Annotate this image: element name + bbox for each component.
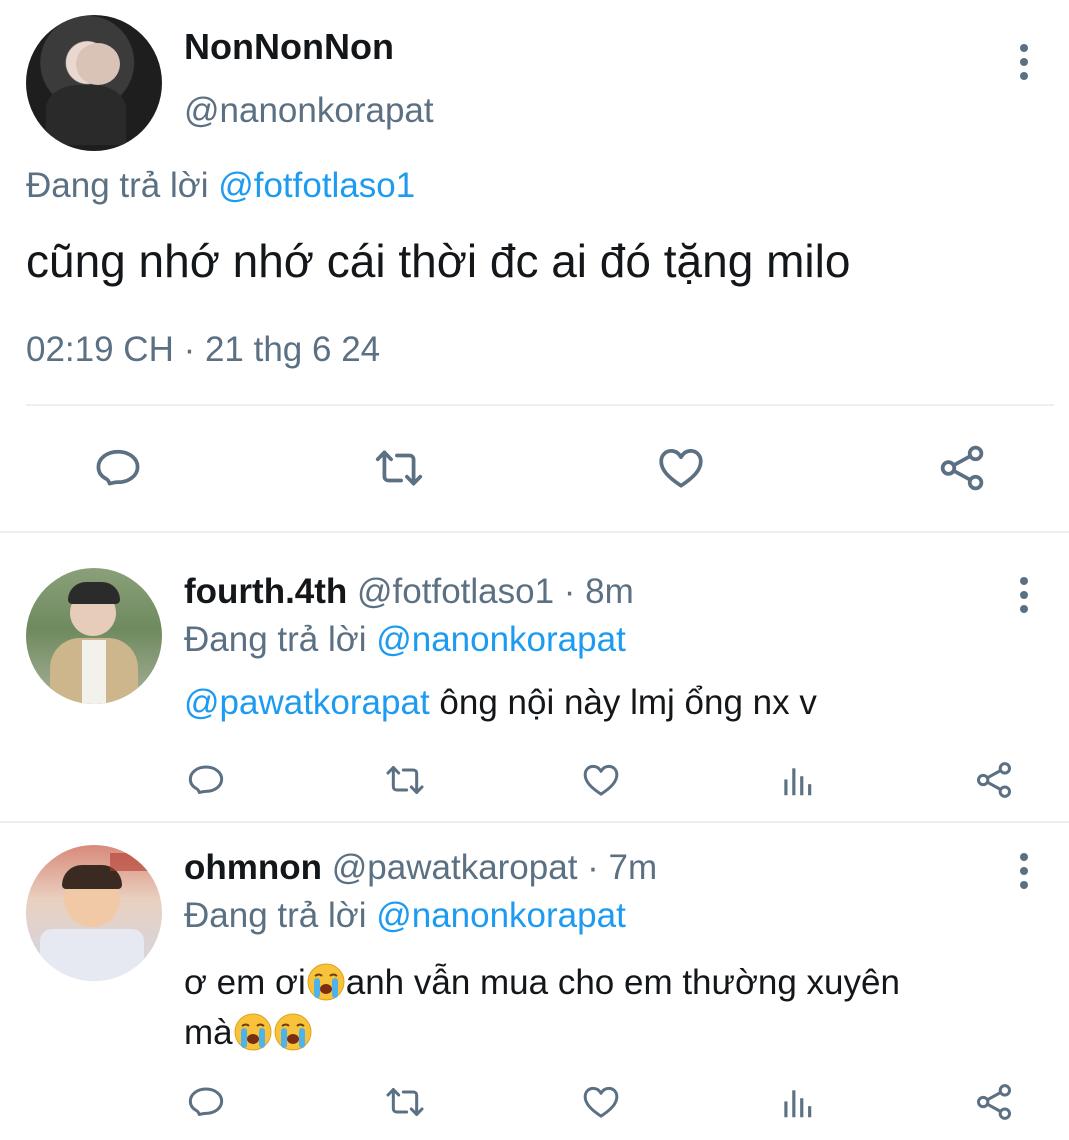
- retweet-icon[interactable]: [382, 1082, 428, 1122]
- more-options-icon[interactable]: [1020, 44, 1028, 80]
- section-divider: [0, 821, 1069, 823]
- reply-to-link[interactable]: @nanonkorapat: [376, 896, 626, 935]
- reply-context: Đang trả lời @fotfotlaso1: [26, 166, 415, 206]
- retweet-icon[interactable]: [370, 443, 428, 493]
- loudly-crying-face-icon: [306, 962, 346, 1002]
- more-options-icon[interactable]: [1020, 577, 1028, 613]
- tweet-text: @pawatkorapat ông nội này lmj ổng nx v: [184, 683, 817, 723]
- tweet-body-part3: mà: [184, 1013, 233, 1052]
- reply-icon[interactable]: [186, 760, 226, 800]
- share-icon[interactable]: [974, 1082, 1014, 1122]
- avatar-ohmnon[interactable]: [26, 845, 162, 981]
- avatar-nonnonnon[interactable]: [26, 15, 162, 151]
- more-options-icon[interactable]: [1020, 853, 1028, 889]
- reply-to-link[interactable]: @nanonkorapat: [376, 620, 626, 659]
- tweet-body-part1: ơ em ơi: [184, 963, 306, 1002]
- share-icon[interactable]: [937, 443, 987, 493]
- display-name[interactable]: ohmnon: [184, 848, 322, 887]
- tweet-body: ông nội này lmj ổng nx v: [429, 683, 817, 722]
- reply-prefix: Đang trả lời: [184, 896, 367, 935]
- reply-header: ohmnon @pawatkaropat · 7m: [184, 848, 657, 888]
- tweet-text: cũng nhớ nhớ cái thời đc ai đó tặng milo: [26, 235, 851, 287]
- mention-link[interactable]: @pawatkorapat: [184, 683, 430, 722]
- section-divider: [0, 531, 1069, 533]
- handle[interactable]: @pawatkaropat: [332, 848, 578, 887]
- handle[interactable]: @nanonkorapat: [184, 91, 434, 131]
- like-icon[interactable]: [655, 443, 707, 493]
- handle[interactable]: @fotfotlaso1: [357, 572, 554, 611]
- relative-time[interactable]: · 7m: [587, 848, 657, 887]
- display-name[interactable]: NonNonNon: [184, 26, 394, 68]
- tweet-body-part2: anh vẫn mua cho em thường xuyên: [345, 963, 900, 1002]
- reply-prefix: Đang trả lời: [26, 166, 209, 205]
- reply-icon[interactable]: [93, 443, 143, 493]
- analytics-icon[interactable]: [778, 1084, 816, 1122]
- avatar-fourth[interactable]: [26, 568, 162, 704]
- like-icon[interactable]: [580, 1082, 622, 1122]
- loudly-crying-face-icon: [273, 1012, 313, 1052]
- reply-to-link[interactable]: @fotfotlaso1: [218, 166, 415, 205]
- reply-header: fourth.4th @fotfotlaso1 · 8m: [184, 572, 634, 612]
- retweet-icon[interactable]: [382, 760, 428, 800]
- divider: [26, 404, 1054, 406]
- reply-icon[interactable]: [186, 1082, 226, 1122]
- reply-context: Đang trả lời @nanonkorapat: [184, 896, 626, 936]
- relative-time[interactable]: · 8m: [564, 572, 634, 611]
- timestamp[interactable]: 02:19 CH · 21 thg 6 24: [26, 330, 380, 370]
- share-icon[interactable]: [974, 760, 1014, 800]
- reply-context: Đang trả lời @nanonkorapat: [184, 620, 626, 660]
- loudly-crying-face-icon: [233, 1012, 273, 1052]
- analytics-icon[interactable]: [778, 762, 816, 800]
- tweet-text: ơ em ơi anh vẫn mua cho em thường xuyên m…: [184, 958, 900, 1058]
- like-icon[interactable]: [580, 760, 622, 800]
- display-name[interactable]: fourth.4th: [184, 572, 347, 611]
- reply-prefix: Đang trả lời: [184, 620, 367, 659]
